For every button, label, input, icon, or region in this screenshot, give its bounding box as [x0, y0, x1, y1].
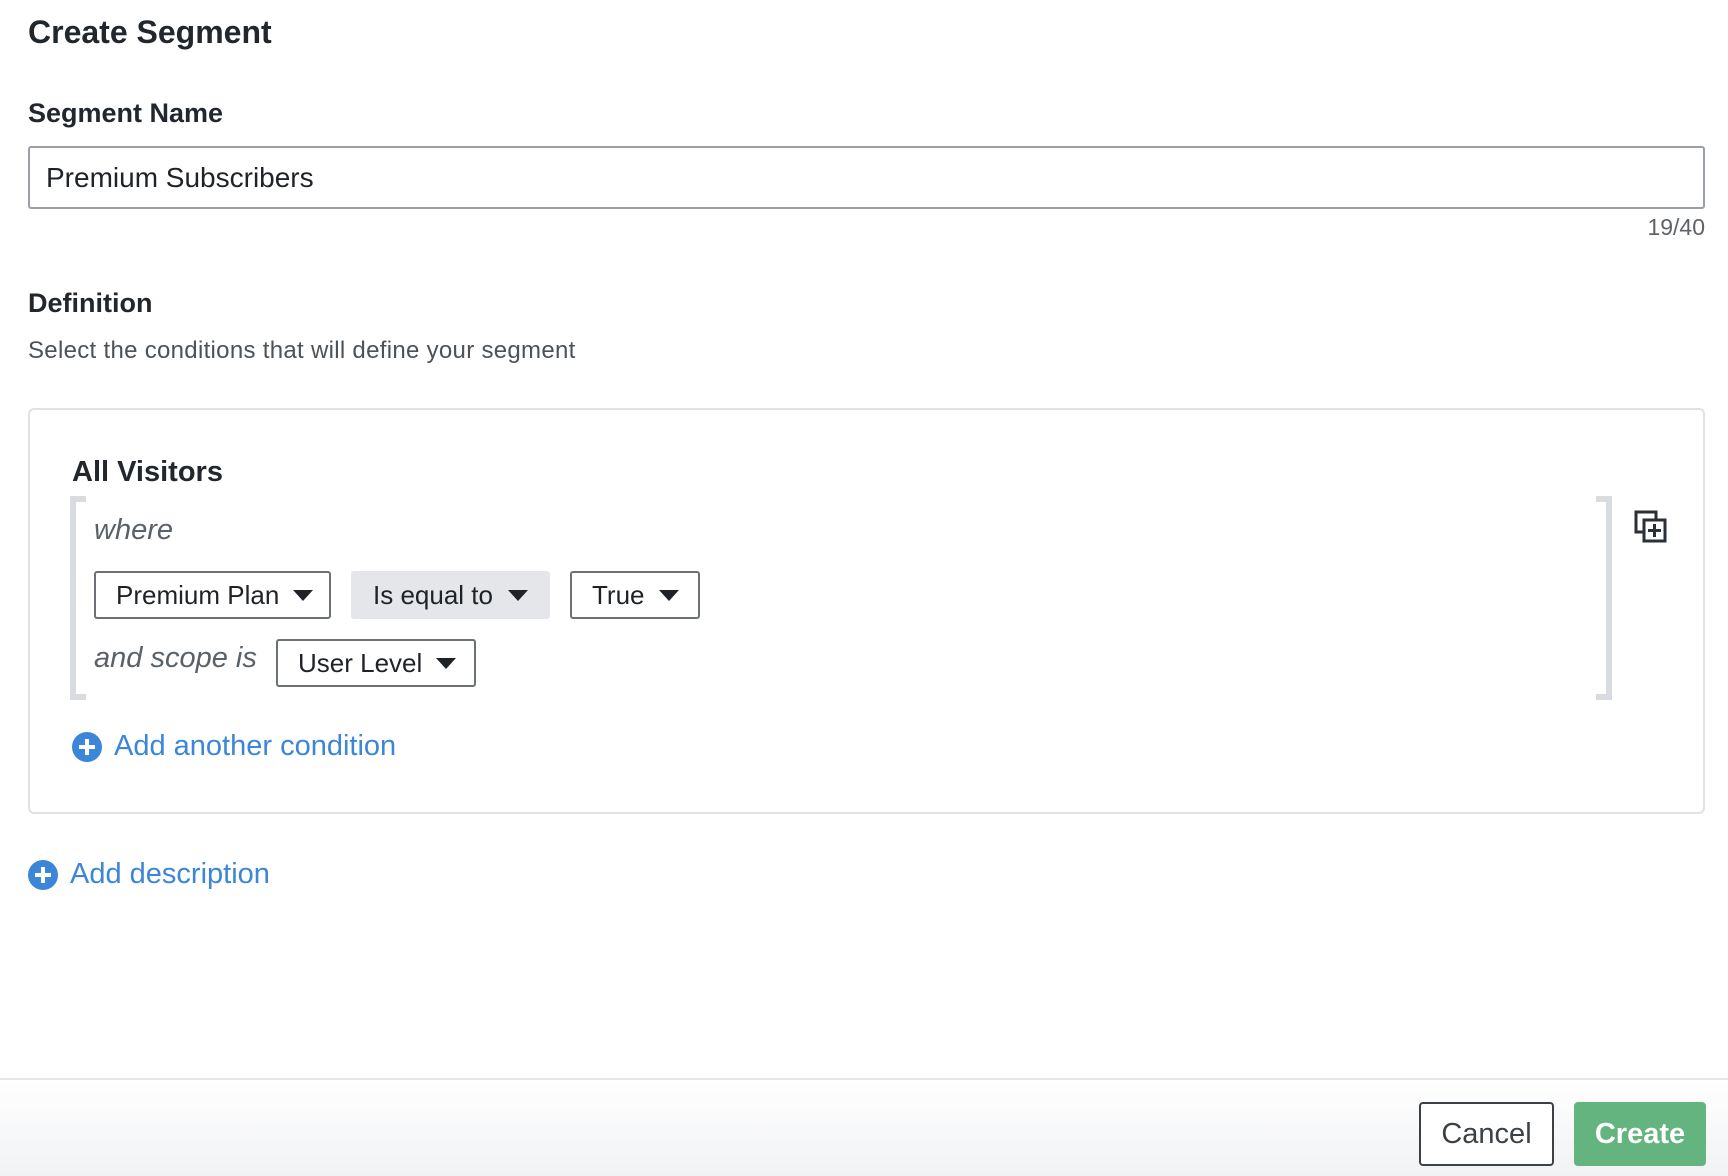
cancel-button[interactable]: Cancel [1419, 1102, 1554, 1166]
caret-down-icon [658, 589, 679, 601]
scope-label: and scope is [94, 642, 257, 674]
value-dropdown-label: True [592, 579, 645, 610]
attribute-dropdown-label: Premium Plan [116, 579, 280, 610]
definition-panel: All Visitors where Premium Plan Is equal… [28, 408, 1705, 814]
dialog-title: Create Segment [28, 14, 272, 50]
create-button[interactable]: Create [1574, 1102, 1706, 1166]
add-condition-button[interactable]: Add another condition [72, 730, 396, 763]
group-bracket-right [1596, 496, 1612, 700]
add-condition-label: Add another condition [114, 730, 397, 762]
caret-down-icon [293, 589, 314, 601]
caret-down-icon [436, 657, 457, 669]
where-label: where [94, 514, 173, 546]
operator-dropdown[interactable]: Is equal to [351, 571, 550, 619]
value-dropdown[interactable]: True [570, 571, 700, 619]
scope-dropdown[interactable]: User Level [276, 639, 476, 687]
definition-heading: Definition [28, 288, 153, 318]
segment-name-label: Segment Name [28, 98, 224, 128]
dialog-footer: Cancel Create [0, 1078, 1728, 1176]
operator-dropdown-label: Is equal to [373, 579, 493, 610]
attribute-dropdown[interactable]: Premium Plan [94, 571, 331, 619]
scope-dropdown-label: User Level [298, 647, 423, 678]
plus-circle-icon [72, 731, 102, 762]
add-description-button[interactable]: Add description [28, 858, 270, 891]
definition-description: Select the conditions that will define y… [28, 337, 576, 364]
group-label: All Visitors [72, 456, 223, 488]
copy-plus-icon[interactable] [1634, 510, 1668, 544]
add-description-label: Add description [70, 858, 270, 890]
create-segment-dialog: Create Segment Segment Name 19/40 Defini… [0, 0, 1728, 1176]
character-counter: 19/40 [1647, 214, 1705, 240]
plus-circle-icon [28, 859, 58, 890]
segment-name-input[interactable] [28, 146, 1705, 209]
caret-down-icon [508, 589, 528, 601]
group-bracket-left [70, 496, 86, 700]
